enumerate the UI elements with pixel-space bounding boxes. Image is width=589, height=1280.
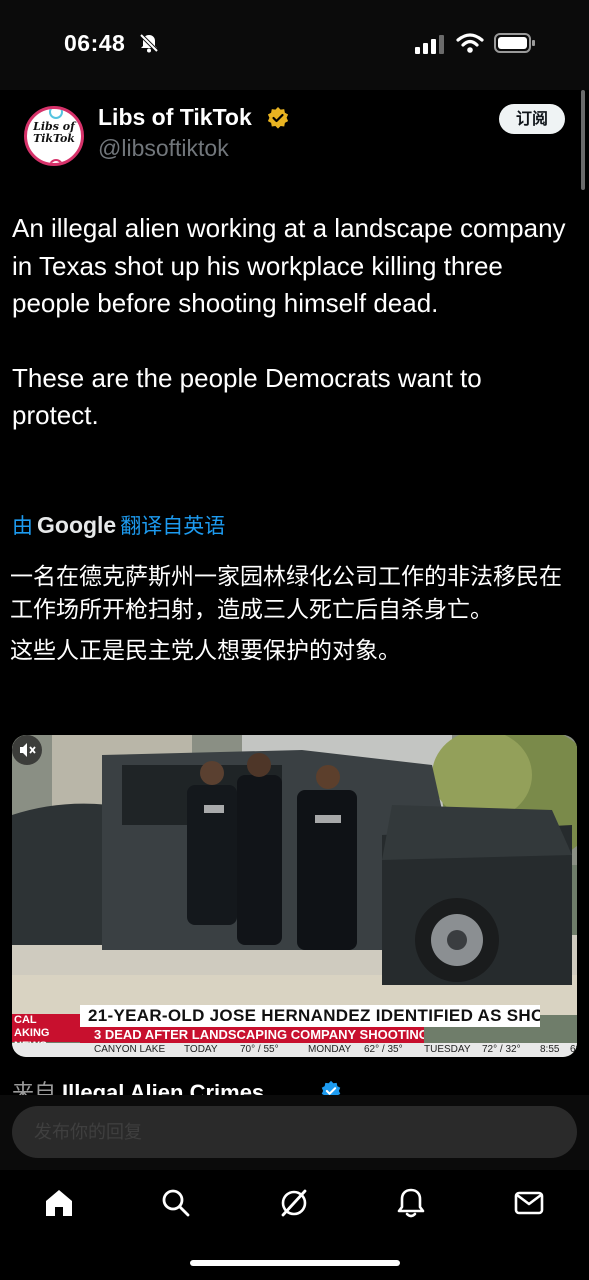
bell-muted-icon — [139, 33, 159, 53]
avatar-logo-text: Libs of TikTok — [33, 120, 75, 145]
translated-paragraph-1: 一名在德克萨斯州一家园林绿化公司工作的非法移民在工作场所开枪扫射，造成三人死亡后… — [10, 563, 562, 622]
home-icon[interactable] — [42, 1186, 76, 1220]
verified-badge-icon — [267, 107, 289, 129]
reply-input[interactable]: 发布你的回复 — [12, 1106, 577, 1158]
translate-prefix: 由 — [12, 515, 33, 538]
weather-tuesday-temp: 72° / 32° — [482, 1044, 521, 1055]
cellular-signal-icon — [415, 35, 444, 54]
status-bar: 06:48 — [0, 0, 589, 90]
weather-today: TODAY — [184, 1044, 218, 1055]
messages-icon[interactable] — [512, 1186, 546, 1220]
google-logo: Google — [37, 512, 117, 538]
wifi-icon — [456, 33, 484, 53]
grok-icon[interactable] — [277, 1186, 311, 1220]
home-indicator[interactable] — [190, 1260, 400, 1266]
weather-tuesday: TUESDAY — [424, 1044, 471, 1055]
news-headline: 21-YEAR-OLD JOSE HERNANDEZ IDENTIFIED AS… — [80, 1005, 540, 1027]
avatar[interactable]: Libs of TikTok — [24, 106, 84, 166]
translated-text: 一名在德克萨斯州一家园林绿化公司工作的非法移民在工作场所开枪扫射，造成三人死亡后… — [10, 560, 575, 675]
clock-time: 06:48 — [64, 30, 126, 56]
station-label: CAL — [14, 1014, 37, 1026]
news-subheadline: 3 DEAD AFTER LANDSCAPING COMPANY SHOOTIN… — [80, 1027, 424, 1043]
subscribe-button[interactable]: 订阅 — [499, 104, 565, 134]
avatar-symbol-bottom — [49, 159, 63, 163]
notifications-icon[interactable] — [394, 1186, 428, 1220]
battery-icon — [494, 33, 535, 53]
video-player[interactable]: CAL AKING NEWS 21-YEAR-OLD JOSE HERNANDE… — [12, 735, 577, 1057]
search-icon[interactable] — [159, 1186, 193, 1220]
translate-suffix: 翻译自英语 — [120, 515, 226, 538]
post-text-paragraph-1: An illegal alien working at a landscape … — [12, 213, 566, 318]
weather-ticker: CANYON LAKE TODAY 70° / 55° MONDAY 62° / 35°… — [12, 1043, 577, 1057]
handle[interactable]: @libsoftiktok — [98, 135, 229, 162]
post-text-paragraph-2: These are the people Democrats want to p… — [12, 362, 482, 431]
breaking-news-tag: CAL AKING NEWS — [12, 1014, 80, 1052]
ticker-clock: 8:55 — [540, 1044, 560, 1055]
verified-badge-icon — [321, 1080, 341, 1095]
quoted-source-prefix: 来自 — [12, 1080, 57, 1095]
scrollbar[interactable] — [581, 90, 585, 190]
weather-monday: MONDAY — [308, 1044, 352, 1055]
post-text: An illegal alien working at a landscape … — [12, 210, 572, 435]
weather-place: CANYON LAKE — [94, 1044, 166, 1055]
volume-muted-icon[interactable] — [12, 735, 42, 765]
translated-by-google[interactable]: 由 Google 翻译自英语 — [12, 510, 225, 540]
weather-today-temp: 70° / 55° — [240, 1044, 279, 1055]
quoted-source[interactable]: 来自 Illegal Alien Crimes — [12, 1075, 264, 1095]
weather-monday-temp: 62° / 35° — [364, 1044, 403, 1055]
translated-paragraph-2: 这些人正是民主党人想要保护的对象。 — [10, 637, 401, 663]
avatar-symbol-top — [49, 109, 63, 119]
quoted-source-name: Illegal Alien Crimes — [62, 1080, 265, 1095]
post: Libs of TikTok Libs of TikTok @libsoftik… — [0, 90, 589, 1095]
ticker-clock-temp: 62 — [570, 1044, 577, 1055]
display-name[interactable]: Libs of TikTok — [98, 104, 252, 131]
